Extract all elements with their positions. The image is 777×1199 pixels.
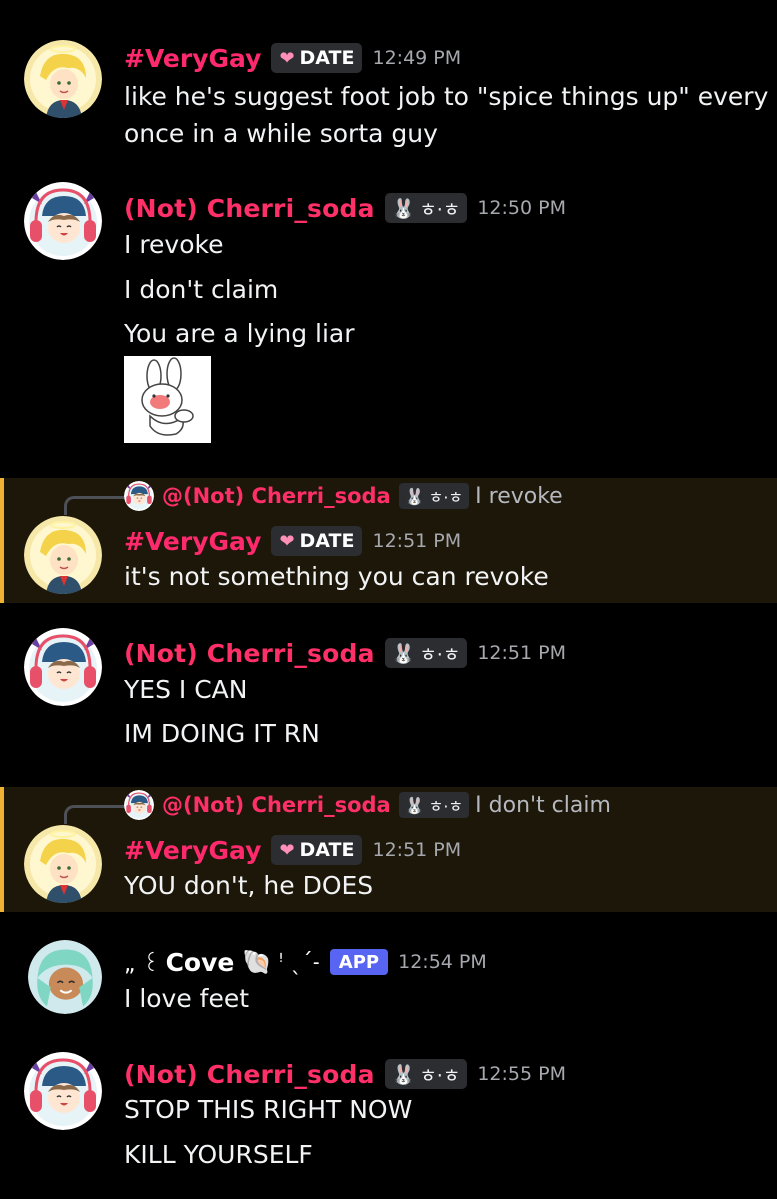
avatar[interactable] — [24, 628, 102, 706]
server-tag[interactable]: ❤ DATE — [271, 43, 363, 73]
avatar[interactable] — [24, 182, 102, 260]
bunny-icon: 🐰 — [391, 197, 416, 220]
reply-author[interactable]: @(Not) Cherri_soda — [162, 793, 391, 817]
author-name[interactable]: #VeryGay — [124, 527, 261, 556]
author-name[interactable]: (Not) Cherri_soda — [124, 639, 375, 668]
author-name[interactable]: (Not) Cherri_soda — [124, 194, 375, 223]
crying-bunny-sticker[interactable] — [124, 356, 211, 443]
tag-label: DATE — [299, 47, 355, 69]
message-text: I love feet — [124, 984, 250, 1013]
message-text: I revoke — [124, 230, 224, 259]
tag-label: ㅎ·ㅎ — [419, 1064, 461, 1087]
message-header: (Not) Cherri_soda 🐰 ㅎ·ㅎ 12:55 PM — [124, 1054, 566, 1094]
bunny-icon: 🐰 — [391, 1063, 416, 1086]
reply-text: I revoke — [475, 483, 563, 509]
reply-avatar — [124, 790, 154, 820]
avatar[interactable] — [28, 940, 102, 1014]
message-text: once in a while sorta guy — [124, 119, 438, 148]
message-text: like he's suggest foot job to "spice thi… — [124, 82, 769, 111]
message-text: KILL YOURSELF — [124, 1140, 313, 1169]
server-tag[interactable]: 🐰 ㅎ·ㅎ — [384, 193, 468, 223]
tag-label: ㅎ·ㅎ — [419, 198, 461, 221]
timestamp: 12:50 PM — [477, 197, 566, 219]
message-6: „ ꒰ Cove 🐚 ꜝ ˎˊ˗ APP 12:54 PM I love fee… — [0, 930, 777, 1030]
author-name[interactable]: (Not) Cherri_soda — [124, 1060, 375, 1089]
server-tag[interactable]: 🐰 ㅎ·ㅎ — [384, 638, 468, 668]
message-text: it's not something you can revoke — [124, 562, 549, 591]
reply-connector — [64, 805, 127, 824]
message-text: STOP THIS RIGHT NOW — [124, 1095, 413, 1124]
heart-icon: ❤ — [279, 47, 295, 69]
author-name[interactable]: #VeryGay — [124, 836, 261, 865]
timestamp: 12:54 PM — [398, 951, 487, 973]
message-header: (Not) Cherri_soda 🐰 ㅎ·ㅎ 12:50 PM — [124, 188, 566, 228]
server-tag: 🐰 ㅎ·ㅎ — [398, 792, 470, 818]
message-text: IM DOING IT RN — [124, 719, 320, 748]
bunny-icon: 🐰 — [391, 642, 416, 665]
shell-icon: 🐚 — [242, 948, 273, 976]
server-tag[interactable]: 🐰 ㅎ·ㅎ — [384, 1059, 468, 1089]
message-text: YES I CAN — [124, 675, 248, 704]
server-tag: 🐰 ㅎ·ㅎ — [398, 483, 470, 509]
message-1: #VeryGay ❤ DATE 12:49 PM like he's sugges… — [0, 30, 777, 170]
tag-label: ㅎ·ㅎ — [428, 488, 464, 507]
message-header: (Not) Cherri_soda 🐰 ㅎ·ㅎ 12:51 PM — [124, 633, 566, 673]
heart-icon: ❤ — [279, 530, 295, 552]
avatar[interactable] — [24, 825, 102, 903]
reply-preview[interactable]: @(Not) Cherri_soda 🐰 ㅎ·ㅎ I revoke — [124, 480, 563, 512]
tag-label: ㅎ·ㅎ — [428, 797, 464, 816]
bunny-icon: 🐰 — [404, 486, 425, 506]
timestamp: 12:51 PM — [477, 642, 566, 664]
message-header: #VeryGay ❤ DATE 12:51 PM — [124, 521, 461, 561]
app-badge: APP — [329, 949, 389, 975]
bunny-icon: 🐰 — [404, 795, 425, 815]
message-7: (Not) Cherri_soda 🐰 ㅎ·ㅎ 12:55 PM STOP THI… — [0, 1040, 777, 1190]
heart-icon: ❤ — [279, 839, 295, 861]
reply-text: I don't claim — [475, 792, 611, 818]
server-tag[interactable]: ❤ DATE — [271, 835, 363, 865]
reply-avatar — [124, 481, 154, 511]
timestamp: 12:55 PM — [477, 1063, 566, 1085]
avatar[interactable] — [24, 40, 102, 118]
message-header: „ ꒰ Cove 🐚 ꜝ ˎˊ˗ APP 12:54 PM — [124, 942, 487, 982]
message-header: #VeryGay ❤ DATE 12:49 PM — [124, 38, 461, 78]
message-4: (Not) Cherri_soda 🐰 ㅎ·ㅎ 12:51 PM YES I CA… — [0, 618, 777, 768]
message-header: #VeryGay ❤ DATE 12:51 PM — [124, 830, 461, 870]
author-name[interactable]: #VeryGay — [124, 44, 261, 73]
tag-label: DATE — [299, 530, 355, 552]
timestamp: 12:49 PM — [372, 47, 462, 69]
avatar[interactable] — [24, 516, 102, 594]
reply-connector — [64, 496, 127, 515]
timestamp: 12:51 PM — [372, 530, 462, 552]
message-text: YOU don't, he DOES — [124, 871, 374, 900]
message-text: I don't claim — [124, 275, 279, 304]
reply-preview[interactable]: @(Not) Cherri_soda 🐰 ㅎ·ㅎ I don't claim — [124, 789, 611, 821]
author-name[interactable]: Cove — [166, 948, 235, 977]
message-3: @(Not) Cherri_soda 🐰 ㅎ·ㅎ I revoke #VeryGa… — [0, 478, 777, 603]
message-2: (Not) Cherri_soda 🐰 ㅎ·ㅎ 12:50 PM I revoke… — [0, 170, 777, 460]
name-decoration: ꜝ ˎˊ˗ — [278, 949, 320, 975]
message-5: @(Not) Cherri_soda 🐰 ㅎ·ㅎ I don't claim #V… — [0, 787, 777, 912]
name-decoration: „ ꒰ — [124, 951, 160, 977]
server-tag[interactable]: ❤ DATE — [271, 526, 363, 556]
reply-author[interactable]: @(Not) Cherri_soda — [162, 484, 391, 508]
tag-label: DATE — [299, 839, 355, 861]
timestamp: 12:51 PM — [372, 839, 462, 861]
tag-label: ㅎ·ㅎ — [419, 643, 461, 666]
avatar[interactable] — [24, 1052, 102, 1130]
message-text: You are a lying liar — [124, 319, 355, 348]
